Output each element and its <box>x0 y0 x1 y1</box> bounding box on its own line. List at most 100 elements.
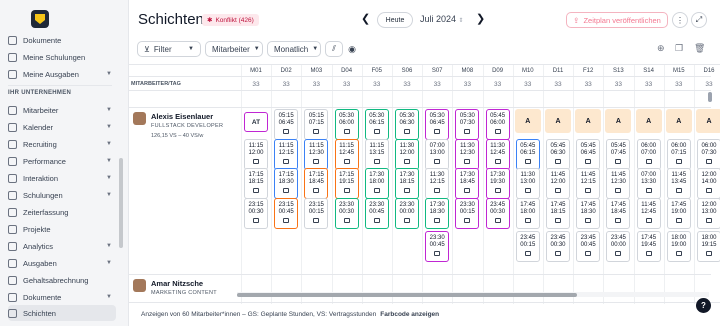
shift-card[interactable]: 23:45 00:30 <box>546 231 570 262</box>
shift-card[interactable]: 11:45 12:15 <box>576 168 601 199</box>
add-icon[interactable]: ⊕ <box>657 43 665 54</box>
employee-name[interactable]: Alexis Eisenlauer <box>151 112 213 121</box>
shift-card[interactable]: 17:30 18:00 <box>364 168 389 199</box>
shift-card[interactable]: 23:15 00:15 <box>304 198 329 229</box>
copy-icon[interactable]: ❐ <box>675 43 683 54</box>
more-options-button[interactable]: ⋮ <box>672 12 688 28</box>
shift-card[interactable]: 23:15 00:30 <box>244 198 268 229</box>
shift-card[interactable]: 05:15 07:15 <box>304 109 329 140</box>
sidebar-item-dokumente-top[interactable]: Dokumente <box>8 33 116 47</box>
shift-card[interactable]: 05:45 06:45 <box>576 139 601 170</box>
employees-select[interactable]: Mitarbeiter ▼ <box>205 41 263 57</box>
shift-card[interactable]: 07:00 13:00 <box>425 139 450 170</box>
shift-card[interactable]: 17:15 19:15 <box>334 168 359 199</box>
shift-card[interactable]: 11:15 12:00 <box>244 139 268 170</box>
shift-card[interactable]: 23:30 00:45 <box>364 198 389 229</box>
horizontal-scrollbar[interactable] <box>237 292 709 297</box>
shift-card[interactable]: 11:30 13:00 <box>515 168 540 199</box>
shift-card[interactable]: 05:45 06:30 <box>546 139 570 170</box>
trash-icon[interactable]: 🗑 <box>694 43 705 54</box>
shift-card[interactable]: 23:30 00:45 <box>425 231 450 262</box>
shift-card[interactable]: 23:45 00:30 <box>485 198 510 229</box>
shift-card[interactable]: 23:45 00:00 <box>606 231 631 262</box>
shift-card[interactable]: 17:45 18:15 <box>546 198 570 229</box>
chart-toggle-button[interactable]: ⫽ <box>325 41 343 57</box>
sidebar-item-performance[interactable]: Performance ▼ <box>8 154 116 168</box>
shift-card[interactable]: 11:45 13:45 <box>666 168 691 199</box>
absence-cell[interactable]: A <box>605 109 632 133</box>
absence-cell[interactable]: A <box>514 109 541 133</box>
today-button[interactable]: Heute <box>377 12 413 28</box>
shift-card[interactable]: 11:45 12:45 <box>636 198 661 229</box>
filter-button[interactable]: ⊻ Filter ▼ <box>137 41 201 57</box>
shift-card[interactable]: 11:15 12:30 <box>304 139 329 170</box>
shift-card[interactable]: 17:30 19:30 <box>485 168 510 199</box>
shift-card[interactable]: 17:45 18:00 <box>515 198 540 229</box>
absence-cell[interactable]: A <box>635 109 662 133</box>
shift-card[interactable]: 11:30 12:15 <box>425 168 450 199</box>
publish-button[interactable]: ⇪ Zeitplan veröffentlichen <box>566 12 668 28</box>
shift-card[interactable]: 05:30 06:45 <box>425 109 450 140</box>
shift-card[interactable]: 17:15 18:45 <box>304 168 329 199</box>
shift-card[interactable]: 23:30 00:15 <box>455 198 480 229</box>
at-shift-marker[interactable]: AT <box>244 112 268 132</box>
sidebar-item-meine-ausgaben[interactable]: Meine Ausgaben ▼ <box>8 67 116 81</box>
shift-card[interactable]: 05:45 06:15 <box>515 139 540 170</box>
sidebar-item-dokumente[interactable]: Dokumente ▼ <box>8 290 116 304</box>
shift-card[interactable]: 05:30 07:30 <box>455 109 480 140</box>
shift-card[interactable]: 17:15 18:30 <box>274 168 299 199</box>
shift-card[interactable]: 11:15 12:45 <box>334 139 359 170</box>
sidebar-item-schichten[interactable]: Schichten <box>8 305 116 321</box>
sidebar-item-projekte[interactable]: Projekte <box>8 222 116 236</box>
sidebar-item-zeiterfassung[interactable]: Zeiterfassung <box>8 205 116 219</box>
scrollbar-thumb[interactable] <box>237 293 577 297</box>
shift-card[interactable]: 11:45 12:00 <box>546 168 570 199</box>
shift-card[interactable]: 11:30 12:30 <box>455 139 480 170</box>
absence-cell[interactable]: A <box>665 109 692 133</box>
shift-card[interactable]: 11:30 12:45 <box>485 139 510 170</box>
sidebar-item-mitarbeiter[interactable]: Mitarbeiter ▼ <box>8 103 116 117</box>
sidebar-item-kalender[interactable]: Kalender ▼ <box>8 120 116 134</box>
shift-card[interactable]: 23:30 00:30 <box>334 198 359 229</box>
shift-card[interactable]: 17:45 18:30 <box>576 198 601 229</box>
shift-card[interactable]: 23:15 00:45 <box>274 198 299 229</box>
visibility-button[interactable]: ◉ <box>345 41 359 57</box>
shift-card[interactable]: 05:45 07:45 <box>606 139 631 170</box>
shift-card[interactable]: 17:45 19:45 <box>636 231 661 262</box>
shift-card[interactable]: 11:45 12:30 <box>606 168 631 199</box>
shift-card[interactable]: 17:45 18:45 <box>606 198 631 229</box>
shift-card[interactable]: 05:30 06:30 <box>395 109 419 140</box>
color-code-link[interactable]: Farbcode anzeigen <box>380 311 439 318</box>
help-button[interactable]: ? <box>696 298 711 313</box>
vertical-scrollbar[interactable] <box>707 64 712 300</box>
logo[interactable] <box>31 10 49 28</box>
sidebar-item-recruiting[interactable]: Recruiting ▼ <box>8 137 116 151</box>
shift-card[interactable]: 11:15 12:15 <box>274 139 299 170</box>
shift-card[interactable]: 23:30 00:00 <box>395 198 419 229</box>
shift-card[interactable]: 05:30 06:15 <box>364 109 389 140</box>
shift-card[interactable]: 05:15 06:45 <box>274 109 299 140</box>
shift-card[interactable]: 17:30 18:15 <box>395 168 419 199</box>
sidebar-scrollbar[interactable] <box>119 158 123 248</box>
shift-card[interactable]: 06:00 07:00 <box>636 139 661 170</box>
sidebar-item-ausgaben[interactable]: Ausgaben ▼ <box>8 256 116 270</box>
prev-button[interactable]: ❮ <box>361 12 370 25</box>
shift-card[interactable]: 05:45 06:00 <box>485 109 510 140</box>
shift-card[interactable]: 17:15 18:15 <box>244 168 268 199</box>
shift-card[interactable]: 23:45 00:45 <box>576 231 601 262</box>
absence-cell[interactable]: A <box>545 109 571 133</box>
scrollbar-thumb[interactable] <box>708 92 712 102</box>
absence-cell[interactable]: A <box>575 109 602 133</box>
shift-card[interactable]: 17:30 18:30 <box>425 198 450 229</box>
sidebar-item-schulungen[interactable]: Schulungen ▼ <box>8 188 116 202</box>
expand-button[interactable]: ⤢ <box>691 12 707 28</box>
shift-card[interactable]: 17:30 18:45 <box>455 168 480 199</box>
sidebar-item-analytics[interactable]: Analytics ▼ <box>8 239 116 253</box>
sidebar-item-meine-schulungen[interactable]: Meine Schulungen <box>8 50 116 64</box>
shift-card[interactable]: 06:00 07:15 <box>666 139 691 170</box>
conflict-badge[interactable]: ✱ Konflikt (426) <box>202 14 259 26</box>
next-button[interactable]: ❯ <box>476 12 485 25</box>
sidebar-item-interaktion[interactable]: Interaktion ▼ <box>8 171 116 185</box>
employee-name[interactable]: Amar Nitzsche <box>151 279 203 288</box>
view-select[interactable]: Monatlich ▼ <box>267 41 321 57</box>
